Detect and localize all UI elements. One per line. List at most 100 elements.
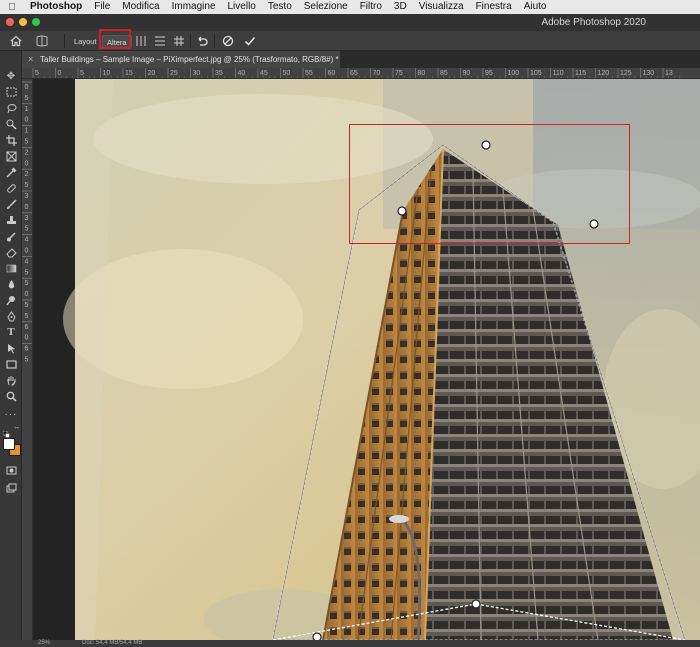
frame-tool-icon[interactable] — [3, 149, 19, 163]
ruler-label: 0 — [25, 117, 29, 124]
warp-icon[interactable] — [34, 33, 50, 49]
ruler-label: 80 — [418, 70, 426, 77]
ruler-label: 4 — [25, 237, 29, 244]
cancel-icon[interactable] — [220, 33, 236, 49]
menu-3d[interactable]: 3D — [388, 0, 413, 14]
gradient-tool-icon[interactable] — [3, 261, 19, 275]
menu-selezione[interactable]: Selezione — [298, 0, 354, 14]
layout-dropdown[interactable]: Layout — [70, 35, 101, 48]
eraser-tool-icon[interactable] — [3, 245, 19, 259]
ruler-label: 0 — [25, 335, 29, 342]
menu-file[interactable]: File — [88, 0, 116, 14]
zoom-tool-icon[interactable] — [3, 389, 19, 403]
window-title: Adobe Photoshop 2020 — [541, 17, 646, 28]
menu-immagine[interactable]: Immagine — [166, 0, 222, 14]
ruler-label: 10 — [103, 70, 111, 77]
eyedropper-tool-icon[interactable] — [3, 165, 19, 179]
path-selection-tool-icon[interactable] — [3, 341, 19, 355]
menu-finestra[interactable]: Finestra — [470, 0, 518, 14]
ruler-label: 45 — [260, 70, 268, 77]
clone-stamp-tool-icon[interactable] — [3, 213, 19, 227]
healing-brush-tool-icon[interactable] — [3, 181, 19, 195]
quick-mask-icon[interactable] — [3, 463, 19, 477]
document-tab-bar: × Taller Buildings – Sample Image – PiXi… — [22, 51, 700, 68]
altera-highlight-box — [99, 29, 131, 49]
menu-aiuto[interactable]: Aiuto — [518, 0, 553, 14]
ruler-label: 60 — [328, 70, 336, 77]
blur-tool-icon[interactable] — [3, 277, 19, 291]
apple-icon[interactable]:  — [0, 2, 24, 13]
ruler-label: 0 — [25, 84, 29, 91]
ruler-label: 5 — [25, 139, 29, 146]
ruler-label: 0 — [58, 70, 62, 77]
swap-colors-icon[interactable]: ↔ — [13, 424, 20, 431]
dodge-tool-icon[interactable] — [3, 293, 19, 307]
ruler-label: 5 — [25, 269, 29, 276]
ruler-label: 40 — [238, 70, 246, 77]
photoshop-window:  Photoshop File Modifica Immagine Livel… — [0, 0, 700, 647]
document-tab-title: Taller Buildings – Sample Image – PiXimp… — [40, 55, 339, 64]
lasso-tool-icon[interactable] — [3, 101, 19, 115]
grid-icon[interactable] — [171, 33, 187, 49]
ruler-label: 105 — [530, 70, 542, 77]
horizontal-ruler[interactable]: 5 0 5 10 15 20 25 30 35 40 45 50 55 60 65 70 75 80 85 90 95 1… — [22, 68, 700, 79]
ruler-label: 120 — [598, 70, 610, 77]
marquee-tool-icon[interactable] — [3, 85, 19, 99]
annotation-highlight-box — [349, 124, 630, 244]
home-icon[interactable] — [8, 33, 24, 49]
hand-tool-icon[interactable] — [3, 373, 19, 387]
ruler-label: 0 — [25, 204, 29, 211]
ruler-label: 5 — [35, 70, 39, 77]
type-tool-icon[interactable]: T — [3, 325, 19, 339]
document-size: Doc: 54,4 MB/54,4 MB — [82, 640, 143, 646]
ruler-label: 50 — [283, 70, 291, 77]
ruler-label: 5 — [25, 313, 29, 320]
ruler-label: 130 — [643, 70, 655, 77]
ruler-label: 90 — [463, 70, 471, 77]
grid-split-h-icon[interactable] — [152, 33, 168, 49]
ruler-label: 35 — [215, 70, 223, 77]
zoom-level[interactable]: 25% — [38, 640, 50, 647]
options-separator — [214, 34, 215, 48]
ruler-label: 13 — [665, 70, 673, 77]
ruler-label: 0 — [25, 291, 29, 298]
ruler-label: 2 — [25, 149, 29, 156]
zoom-window-button[interactable] — [32, 18, 40, 26]
history-brush-tool-icon[interactable] — [3, 229, 19, 243]
close-tab-icon[interactable]: × — [28, 51, 33, 68]
ruler-label: 5 — [80, 70, 84, 77]
ruler-label: 4 — [25, 258, 29, 265]
ruler-label: 95 — [485, 70, 493, 77]
ruler-label: 125 — [620, 70, 632, 77]
menu-livello[interactable]: Livello — [222, 0, 262, 14]
quick-selection-tool-icon[interactable] — [3, 117, 19, 131]
brush-tool-icon[interactable] — [3, 197, 19, 211]
menu-filtro[interactable]: Filtro — [354, 0, 388, 14]
ruler-label: 5 — [25, 302, 29, 309]
rectangle-tool-icon[interactable] — [3, 357, 19, 371]
foreground-color-swatch[interactable] — [3, 438, 15, 450]
document-tab[interactable]: × Taller Buildings – Sample Image – PiXi… — [22, 51, 340, 68]
pen-tool-icon[interactable] — [3, 309, 19, 323]
move-tool-icon[interactable]: ✥ — [3, 69, 19, 83]
screen-mode-icon[interactable] — [3, 481, 19, 495]
commit-check-icon[interactable] — [242, 33, 258, 49]
close-window-button[interactable] — [6, 18, 14, 26]
default-colors-icon[interactable] — [2, 425, 10, 438]
menu-testo[interactable]: Testo — [262, 0, 298, 14]
ruler-label: 55 — [305, 70, 313, 77]
crop-tool-icon[interactable] — [3, 133, 19, 147]
ruler-label: 85 — [440, 70, 448, 77]
ruler-label: 5 — [25, 357, 29, 364]
menu-visualizza[interactable]: Visualizza — [413, 0, 470, 14]
undo-icon[interactable] — [194, 33, 210, 49]
ruler-label: 70 — [373, 70, 381, 77]
minimize-window-button[interactable] — [19, 18, 27, 26]
more-tools-icon[interactable]: ··· — [3, 407, 19, 421]
vertical-ruler[interactable]: 05101520253035404550556065 — [22, 79, 33, 640]
ruler-label: 6 — [25, 346, 29, 353]
menu-modifica[interactable]: Modifica — [116, 0, 165, 14]
menu-app[interactable]: Photoshop — [24, 0, 88, 14]
grid-split-v-icon[interactable] — [133, 33, 149, 49]
ruler-label: 30 — [193, 70, 201, 77]
